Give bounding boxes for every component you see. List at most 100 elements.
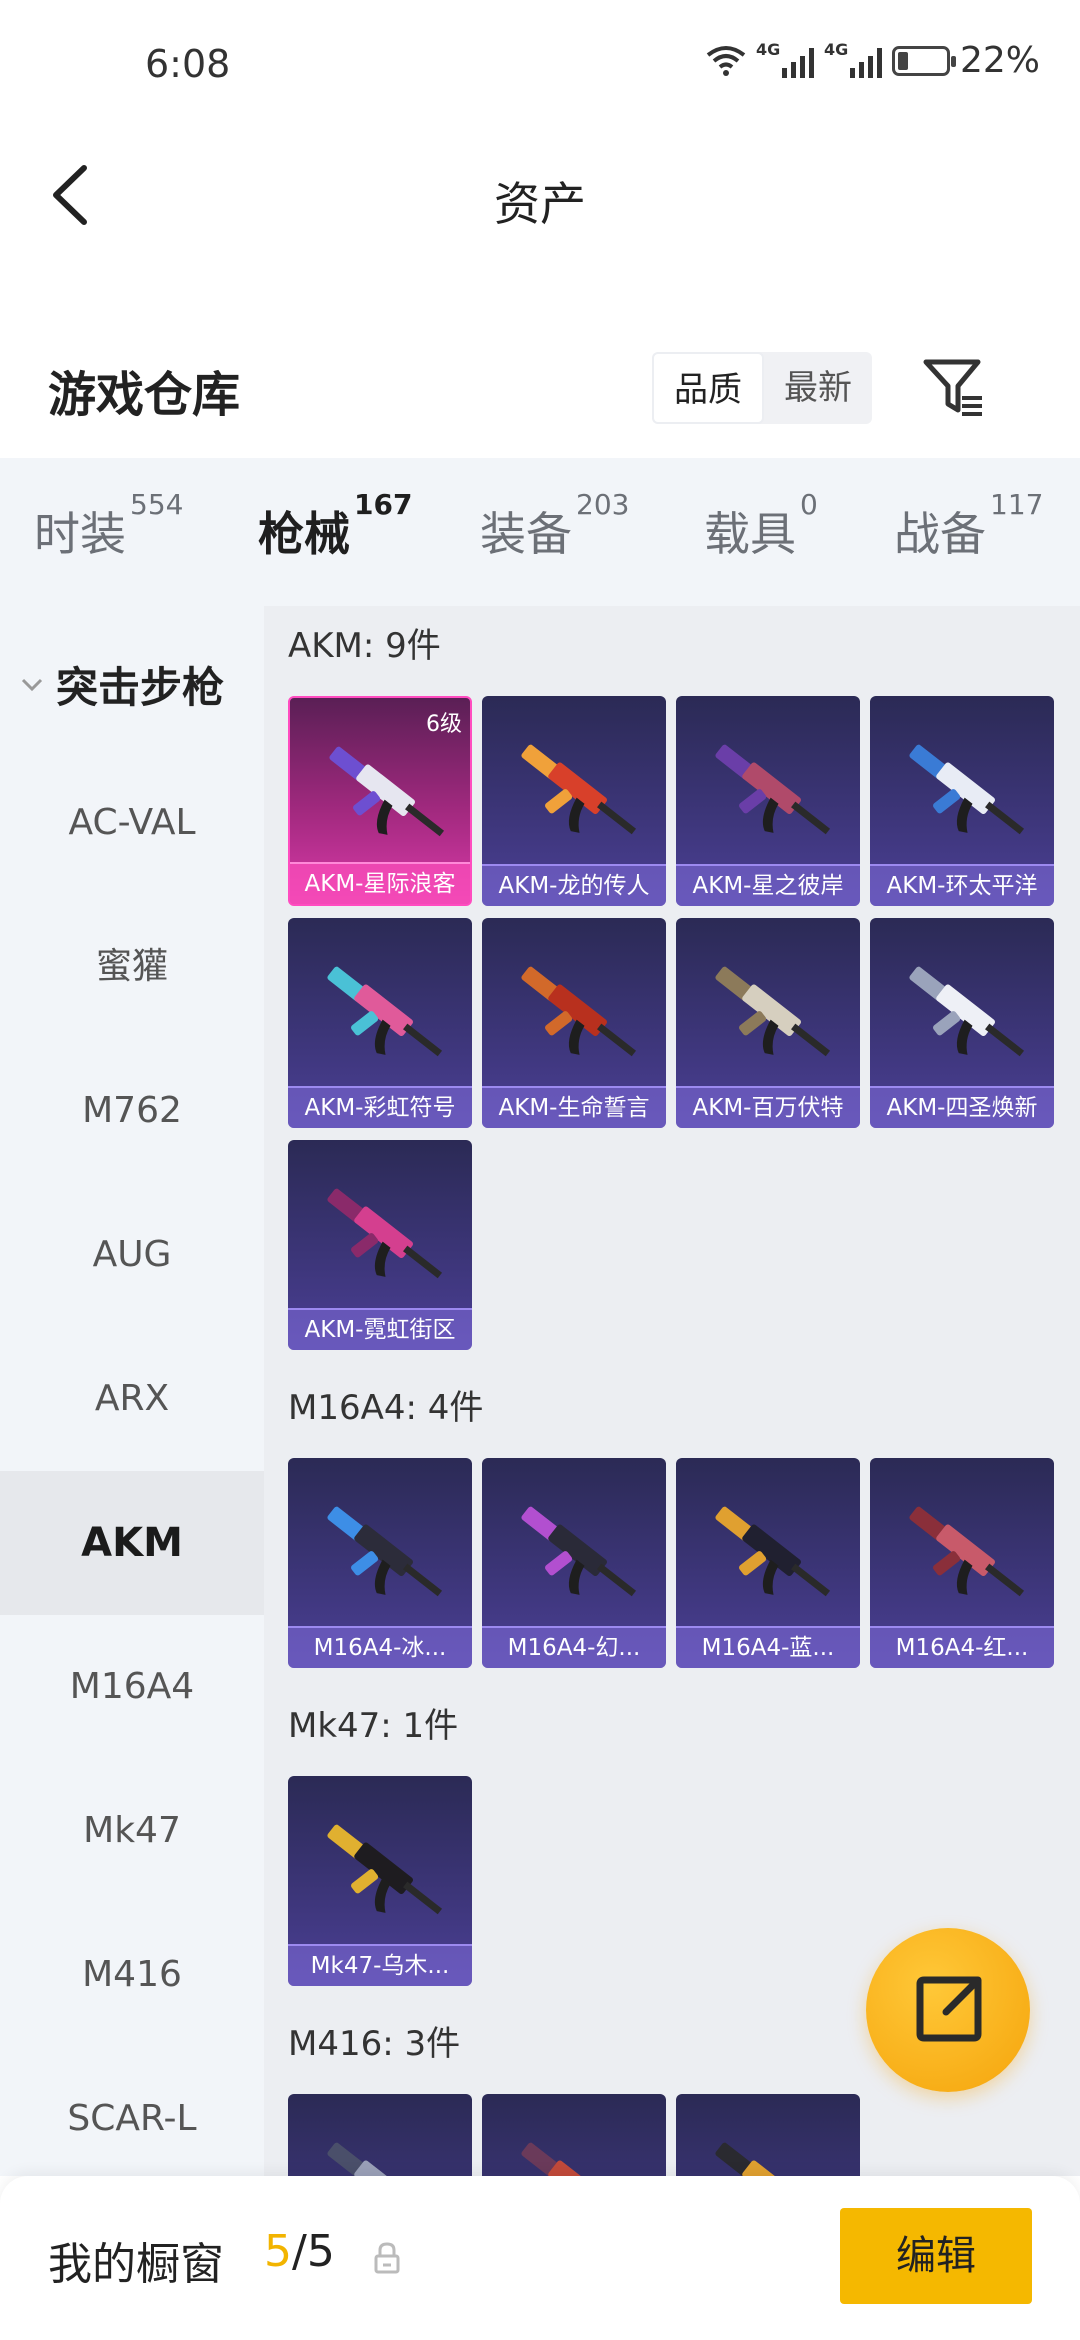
group-title: Mk47: 1件 bbox=[288, 1706, 459, 1746]
tab-weapons[interactable]: 枪械167 bbox=[258, 488, 412, 614]
rifle-image bbox=[715, 1506, 831, 1597]
rifle-image bbox=[521, 744, 637, 835]
battery-percent: 22% bbox=[959, 40, 1040, 81]
skin-name: AKM-霓虹街区 bbox=[288, 1308, 472, 1350]
share-icon bbox=[916, 1976, 982, 2042]
showcase-count: 5/5 bbox=[264, 2226, 335, 2277]
rifle-image bbox=[909, 966, 1025, 1057]
skin-name: AKM-彩虹符号 bbox=[288, 1086, 472, 1128]
group-title: M416: 3件 bbox=[288, 2024, 461, 2064]
sidebar-item-ac-val[interactable]: AC-VAL bbox=[0, 751, 264, 895]
tab-fashion[interactable]: 时装554 bbox=[34, 488, 183, 564]
skin-card[interactable]: AKM-彩虹符号 bbox=[288, 918, 472, 1128]
signal-icon-2: 4G bbox=[824, 40, 882, 78]
tab-count: 117 bbox=[990, 488, 1044, 521]
skin-name: M16A4-冰... bbox=[288, 1626, 472, 1668]
rifle-image bbox=[715, 2142, 801, 2176]
lock-icon bbox=[374, 2242, 400, 2274]
sidebar-item-scar-l[interactable]: SCAR-L bbox=[0, 2047, 264, 2191]
level-badge: 6级 bbox=[426, 712, 462, 737]
skin-name: AKM-星之彼岸 bbox=[676, 864, 860, 906]
sidebar-group-label: 突击步枪 bbox=[56, 663, 225, 712]
group-title: AKM: 9件 bbox=[288, 626, 441, 666]
sidebar-item-honey-badger[interactable]: 蜜獾 bbox=[0, 895, 264, 1039]
rifle-image bbox=[715, 744, 831, 835]
skin-card[interactable]: M16A4-红... bbox=[870, 1458, 1054, 1668]
rifle-image bbox=[327, 966, 443, 1057]
tab-supplies[interactable]: 战备117 bbox=[894, 488, 1043, 564]
group-title: M16A4: 4件 bbox=[288, 1388, 484, 1428]
sort-quality-button[interactable]: 品质 bbox=[652, 352, 764, 424]
filter-icon[interactable] bbox=[918, 352, 988, 422]
rifle-image bbox=[327, 1506, 443, 1597]
rifle-image bbox=[521, 2142, 607, 2176]
sidebar-item-akm[interactable]: AKM bbox=[0, 1471, 264, 1615]
showcase-separator: / bbox=[292, 2226, 307, 2277]
skin-card[interactable]: M16A4-冰... bbox=[288, 1458, 472, 1668]
tab-label: 载具 bbox=[704, 507, 796, 561]
showcase-current: 5 bbox=[264, 2226, 292, 2277]
skin-name: AKM-星际浪客 bbox=[290, 862, 470, 904]
sidebar-group-assault-rifles[interactable]: 突击步枪 bbox=[20, 654, 224, 715]
skin-card[interactable] bbox=[482, 2094, 666, 2176]
weapon-type-sidebar: 突击步枪 AC-VAL 蜜獾 M762 AUG ARX AKM M16A4 Mk… bbox=[0, 606, 264, 2176]
battery-icon bbox=[891, 45, 956, 76]
tab-vehicles[interactable]: 载具0 bbox=[704, 488, 818, 564]
page-title: 资产 bbox=[494, 177, 586, 231]
skin-card[interactable]: AKM-环太平洋 bbox=[870, 696, 1054, 906]
signal-icon-1: 4G bbox=[756, 40, 814, 78]
nav-bar: 资产 bbox=[0, 140, 1080, 250]
skin-card[interactable]: M16A4-幻... bbox=[482, 1458, 666, 1668]
rifle-image bbox=[327, 2142, 413, 2176]
showcase-total: 5 bbox=[306, 2226, 335, 2277]
skin-name: AKM-生命誓言 bbox=[482, 1086, 666, 1128]
tab-label: 装备 bbox=[480, 507, 572, 561]
tab-count: 167 bbox=[354, 488, 413, 521]
skin-name: AKM-百万伏特 bbox=[676, 1086, 860, 1128]
chevron-down-icon bbox=[21, 678, 43, 691]
skin-card[interactable]: AKM-生命誓言 bbox=[482, 918, 666, 1128]
sort-newest-button[interactable]: 最新 bbox=[764, 352, 872, 424]
tab-label: 战备 bbox=[894, 507, 986, 561]
rifle-image bbox=[329, 746, 445, 837]
rifle-image bbox=[521, 966, 637, 1057]
skin-card[interactable]: AKM-四圣焕新 bbox=[870, 918, 1054, 1128]
skin-card[interactable]: AKM-霓虹街区 bbox=[288, 1140, 472, 1350]
skin-card[interactable]: 6级 AKM-星际浪客 bbox=[288, 696, 472, 906]
skin-card[interactable] bbox=[676, 2094, 860, 2176]
share-button[interactable] bbox=[866, 1928, 1030, 2092]
sidebar-item-arx[interactable]: ARX bbox=[0, 1327, 264, 1471]
skin-card[interactable] bbox=[288, 2094, 472, 2176]
skin-card[interactable]: AKM-星之彼岸 bbox=[676, 696, 860, 906]
skin-name: AKM-四圣焕新 bbox=[870, 1086, 1054, 1128]
tab-equipment[interactable]: 装备203 bbox=[480, 488, 629, 564]
skin-name: M16A4-蓝... bbox=[676, 1626, 860, 1668]
network-type-1: 4G bbox=[755, 39, 781, 59]
status-time: 6:08 bbox=[145, 42, 231, 86]
sidebar-item-mk47[interactable]: Mk47 bbox=[0, 1759, 264, 1903]
rifle-image bbox=[909, 1506, 1025, 1597]
skin-card[interactable]: M16A4-蓝... bbox=[676, 1458, 860, 1668]
sidebar-item-m416[interactable]: M416 bbox=[0, 1903, 264, 2047]
sidebar-item-aug[interactable]: AUG bbox=[0, 1183, 264, 1327]
skin-card[interactable]: AKM-百万伏特 bbox=[676, 918, 860, 1128]
tab-count: 0 bbox=[800, 488, 818, 521]
rifle-image bbox=[521, 1506, 637, 1597]
tab-label: 枪械 bbox=[258, 507, 350, 561]
showcase-bar: 我的橱窗 5/5 编辑 bbox=[0, 2176, 1080, 2340]
skin-name: M16A4-幻... bbox=[482, 1626, 666, 1668]
sidebar-item-m762[interactable]: M762 bbox=[0, 1039, 264, 1183]
showcase-label: 我的橱窗 bbox=[48, 2239, 224, 2290]
status-bar: 6:08 4G 4G 22% bbox=[0, 0, 1080, 130]
sidebar-item-m16a4[interactable]: M16A4 bbox=[0, 1615, 264, 1759]
skin-card[interactable]: Mk47-乌木... bbox=[288, 1776, 472, 1986]
rifle-image bbox=[715, 966, 831, 1057]
category-tabs: 时装554 枪械167 装备203 载具0 战备117 bbox=[0, 458, 1080, 614]
edit-button[interactable]: 编辑 bbox=[840, 2208, 1032, 2304]
tab-label: 时装 bbox=[34, 507, 126, 561]
section-title: 游戏仓库 bbox=[48, 367, 241, 423]
skin-name: M16A4-红... bbox=[870, 1626, 1054, 1668]
skin-card[interactable]: AKM-龙的传人 bbox=[482, 696, 666, 906]
sort-toggle: 品质 最新 bbox=[652, 352, 872, 424]
tab-count: 554 bbox=[130, 488, 184, 521]
